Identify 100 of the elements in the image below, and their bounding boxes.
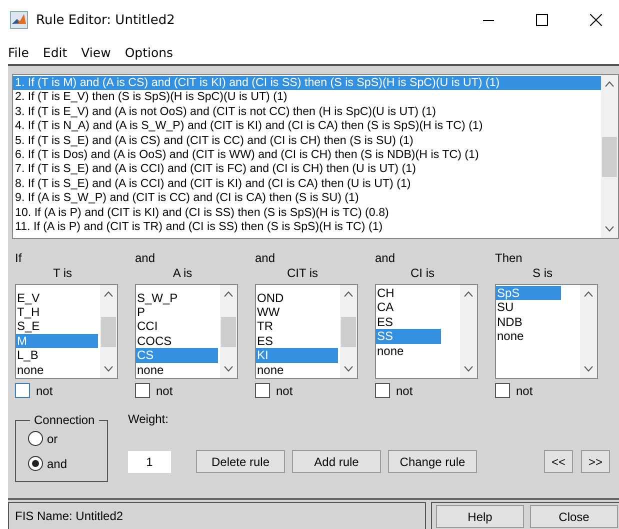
membership-list[interactable]: CH CA ES SS none — [375, 284, 478, 379]
scrollbar[interactable] — [601, 75, 618, 238]
list-item[interactable]: CH — [376, 286, 441, 300]
list-item[interactable]: CA — [376, 300, 441, 315]
menu-item[interactable]: Options — [124, 44, 174, 60]
rule-item[interactable]: 9. If (A is S_W_P) and (CIT is CC) and (CI is CA) then (S is SU) (1) — [13, 191, 601, 206]
rule-button[interactable]: Delete rule — [196, 450, 285, 473]
list-item[interactable]: none — [256, 362, 338, 377]
window-title: Rule Editor: Untitled2 — [36, 12, 176, 28]
list-item[interactable]: none — [496, 329, 561, 344]
scroll-down-icon[interactable] — [344, 366, 353, 372]
radio-label: and — [47, 456, 68, 470]
weight-field[interactable]: 1 — [128, 450, 171, 472]
variable-label: CI is — [410, 266, 436, 282]
scrollbar[interactable] — [460, 285, 477, 378]
nav-button[interactable]: << — [544, 450, 573, 473]
rule-item[interactable]: 2. If (T is E_V) then (S is SpS)(H is SpC)(U is UT) (1) — [13, 90, 601, 105]
scrollbar-thumb[interactable] — [602, 136, 617, 176]
variable-label: CIT is — [286, 266, 320, 282]
scrollbar[interactable] — [220, 285, 237, 378]
scroll-up-icon[interactable] — [464, 291, 473, 297]
scrollbar-thumb[interactable] — [221, 316, 236, 346]
membership-list[interactable]: E_V T_H S_E M L_B none — [15, 284, 118, 379]
list-item[interactable]: S_E — [16, 319, 98, 334]
rule-item[interactable]: 5. If (T is S_E) and (A is CS) and (CIT is CC) and (CI is CH) then (S is SU) (1) — [13, 134, 601, 148]
scroll-up-icon[interactable] — [104, 291, 113, 297]
list-item[interactable]: L_B — [16, 348, 98, 363]
not-checkbox[interactable] — [15, 383, 30, 398]
scroll-down-icon[interactable] — [605, 226, 614, 232]
not-checkbox[interactable] — [255, 383, 270, 398]
scroll-up-icon[interactable] — [344, 291, 353, 297]
connector-label: and — [135, 251, 156, 266]
radio-label: or — [47, 432, 58, 446]
list-item[interactable]: TR — [256, 319, 338, 334]
app-icon — [10, 11, 28, 29]
rule-button[interactable]: Change rule — [388, 450, 477, 473]
list-item[interactable]: WW — [256, 304, 338, 320]
list-item[interactable]: T_H — [16, 304, 98, 320]
menu-item[interactable]: File — [8, 44, 29, 60]
list-item[interactable]: SU — [496, 300, 561, 315]
scroll-up-icon[interactable] — [584, 291, 593, 297]
scroll-down-icon[interactable] — [464, 366, 473, 372]
connection-title: Connection — [30, 413, 99, 427]
scroll-down-icon[interactable] — [584, 366, 593, 372]
scroll-up-icon[interactable] — [224, 291, 233, 297]
variable-label: S is — [531, 266, 554, 282]
list-item[interactable]: none — [16, 362, 98, 377]
rule-item[interactable]: 10. If (A is P) and (CIT is KI) and (CI is SS) then (S is SpS)(H is TC) (0.8) — [13, 206, 601, 220]
fis-name: FIS Name: Untitled2 — [15, 509, 124, 523]
radio-button[interactable] — [28, 456, 43, 471]
list-item[interactable]: ES — [256, 334, 338, 348]
membership-list[interactable]: SpS SU NDB none — [495, 284, 598, 379]
rule-item[interactable]: 7. If (T is S_E) and (A is CCI) and (CIT is FC) and (CI is CH) then (U is UT) (1) — [13, 162, 601, 177]
list-item[interactable]: COCS — [136, 334, 218, 348]
rule-button[interactable]: Add rule — [292, 450, 381, 473]
list-item[interactable]: none — [376, 344, 441, 358]
radio-button[interactable] — [28, 431, 43, 446]
scroll-up-icon[interactable] — [605, 81, 614, 87]
close-icon[interactable] — [590, 14, 602, 26]
nav-button[interactable]: >> — [581, 450, 610, 473]
scrollbar-thumb[interactable] — [101, 316, 116, 346]
footer-button[interactable]: Help — [436, 505, 524, 528]
footer-button[interactable]: Close — [530, 505, 618, 528]
scrollbar[interactable] — [340, 285, 357, 378]
list-item[interactable]: ES — [376, 314, 441, 330]
maximize-icon[interactable] — [536, 14, 548, 26]
membership-list[interactable]: S_W_P P CCI COCS CS none — [135, 284, 238, 379]
not-label: not — [276, 384, 293, 398]
rule-item[interactable]: 8. If (T is S_E) and (A is CCI) and (CIT is KI) and (CI is CA) then (U is UT) (1) — [13, 176, 601, 192]
scrollbar-thumb[interactable] — [341, 316, 356, 346]
not-checkbox[interactable] — [375, 383, 390, 398]
scroll-down-icon[interactable] — [104, 366, 113, 372]
rule-item[interactable]: 4. If (T is N_A) and (A is S_W_P) and (CIT is KI) and (CI is CA) then (S is SpS)(H is TC) (1) — [13, 119, 601, 134]
list-item[interactable]: OND — [256, 290, 338, 305]
rule-item[interactable]: 3. If (T is E_V) and (A is not OoS) and (CIT is not CC) then (H is SpC)(U is UT) (1) — [13, 104, 601, 120]
not-checkbox[interactable] — [495, 383, 510, 398]
rule-item[interactable]: 11. If (A is P) and (CIT is TR) and (CI is SS) then (S is SpS)(H is TC) (1) — [13, 220, 601, 234]
scrollbar[interactable] — [580, 285, 597, 378]
rule-item[interactable]: 6. If (T is Dos) and (A is OoS) and (CIT is WW) and (CI is CH) then (S is NDB)(H is TC) (1) — [13, 148, 601, 162]
membership-list[interactable]: OND WW TR ES KI none — [255, 284, 358, 379]
list-item[interactable]: none — [136, 362, 218, 377]
connector-label: Then — [495, 251, 524, 266]
rule-list[interactable] — [12, 74, 619, 239]
menu-item[interactable]: View — [81, 44, 111, 60]
list-item[interactable]: NDB — [496, 314, 561, 330]
connector-label: and — [255, 251, 276, 266]
not-label: not — [36, 384, 53, 398]
list-item[interactable]: CCI — [136, 319, 218, 334]
scroll-down-icon[interactable] — [224, 366, 233, 372]
connector-label: If — [15, 251, 23, 266]
scrollbar[interactable] — [100, 285, 117, 378]
list-item[interactable]: S_W_P — [136, 290, 218, 305]
not-label: not — [516, 384, 533, 398]
list-item[interactable]: E_V — [16, 290, 98, 305]
variable-label: A is — [172, 266, 194, 282]
connector-label: and — [375, 251, 396, 266]
not-label: not — [396, 384, 413, 398]
menu-item[interactable]: Edit — [42, 44, 68, 60]
not-checkbox[interactable] — [135, 383, 150, 398]
list-item[interactable]: P — [136, 304, 218, 320]
